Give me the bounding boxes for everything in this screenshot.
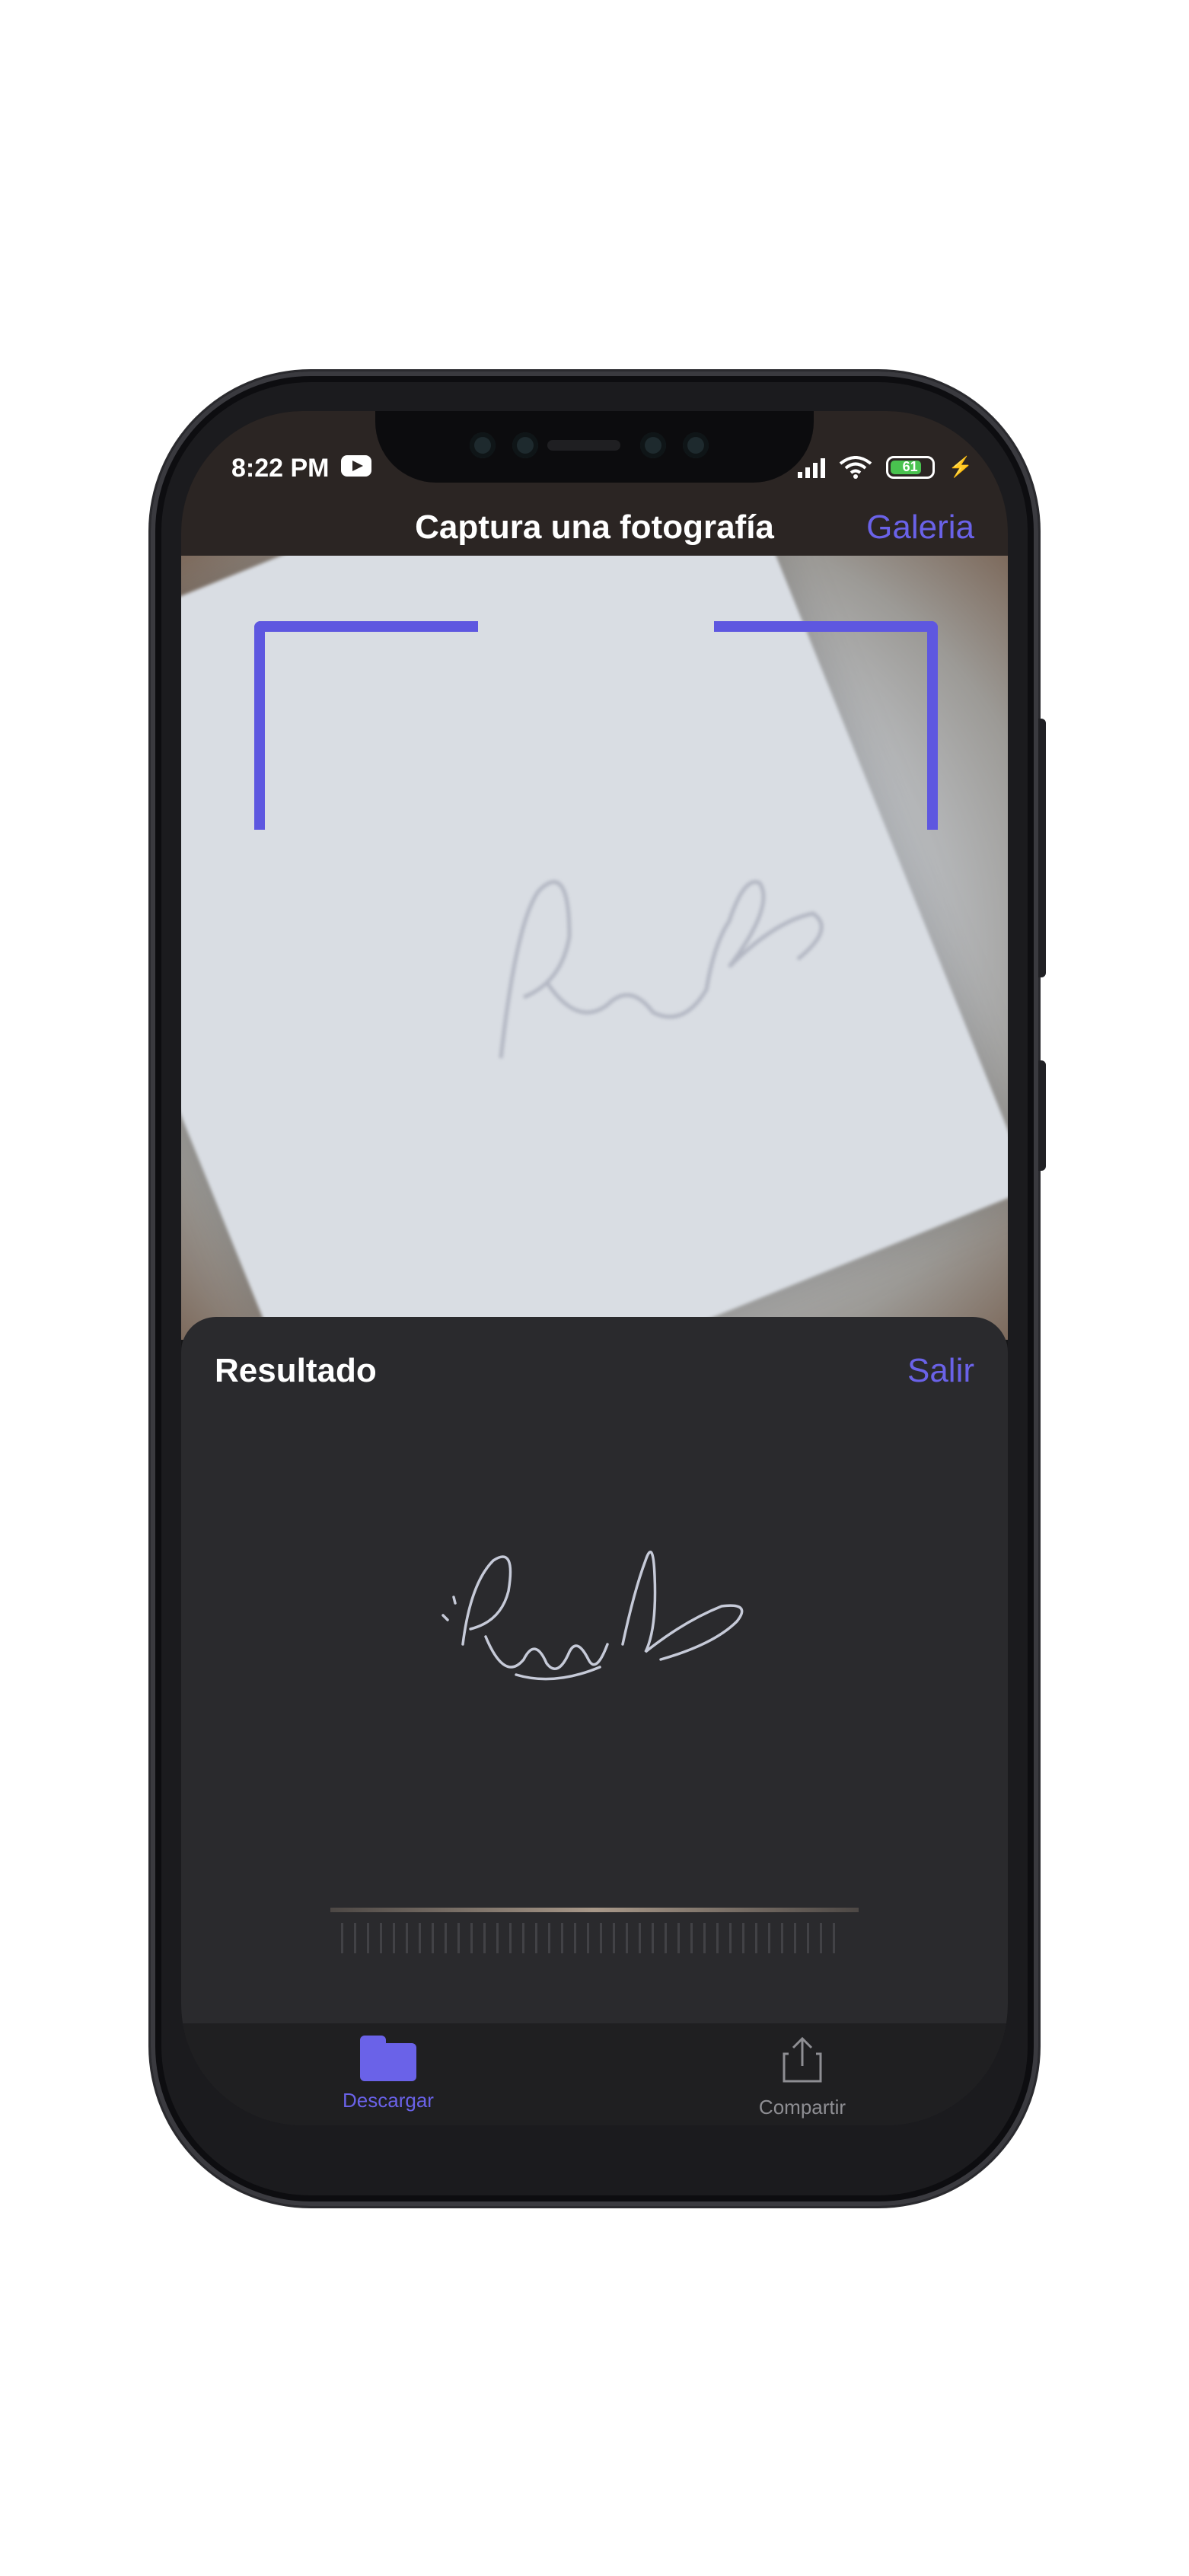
signature-baseline: [330, 1908, 859, 1912]
tab-label: Descargar: [343, 2089, 434, 2112]
face-sensor-icon: [640, 432, 666, 458]
bottom-tab-bar: Descargar Compartir: [181, 2023, 1008, 2125]
extracted-signature-image: [441, 1551, 744, 1681]
battery-level: 61: [902, 458, 918, 474]
camera-preview[interactable]: [181, 556, 1008, 1340]
front-camera-2-icon: [683, 432, 709, 458]
power-button: [1038, 1060, 1046, 1171]
app-screen: 8:22 PM 61 ⚡ Captura una fotografía Gale…: [181, 411, 1008, 2125]
phone-frame: 8:22 PM 61 ⚡ Captura una fotografía Gale…: [151, 371, 1046, 2206]
share-icon: [783, 2036, 822, 2083]
front-sensor-icon: [512, 432, 538, 458]
exit-button[interactable]: Salir: [907, 1352, 974, 1390]
tab-descargar[interactable]: Descargar: [289, 2036, 487, 2112]
gallery-button[interactable]: Galeria: [866, 509, 974, 547]
signature-noise: [341, 1923, 843, 1953]
status-time: 8:22 PM: [231, 454, 330, 483]
folder-icon: [360, 2036, 416, 2081]
status-icons: 61 ⚡: [797, 455, 973, 479]
signal-icon: [797, 457, 825, 478]
top-app-bar: 8:22 PM 61 ⚡ Captura una fotografía Gale…: [181, 411, 1008, 556]
captured-signature-preview: [499, 880, 824, 1059]
wifi-icon: [839, 455, 872, 479]
scan-frame-corner-right: [714, 621, 938, 830]
youtube-icon: [341, 455, 371, 477]
tab-label: Compartir: [758, 2096, 846, 2119]
battery-icon: 61: [885, 455, 935, 479]
charging-icon: ⚡: [948, 455, 973, 478]
tab-compartir[interactable]: Compartir: [703, 2036, 901, 2119]
scan-frame-corner-left: [254, 621, 478, 830]
notch: [375, 411, 814, 483]
front-camera-icon: [470, 432, 496, 458]
result-sheet: Resultado Salir Descargar Compartir: [181, 1317, 1008, 2125]
volume-button: [1038, 719, 1046, 977]
earpiece-speaker: [547, 440, 620, 451]
result-title: Resultado: [215, 1352, 377, 1389]
